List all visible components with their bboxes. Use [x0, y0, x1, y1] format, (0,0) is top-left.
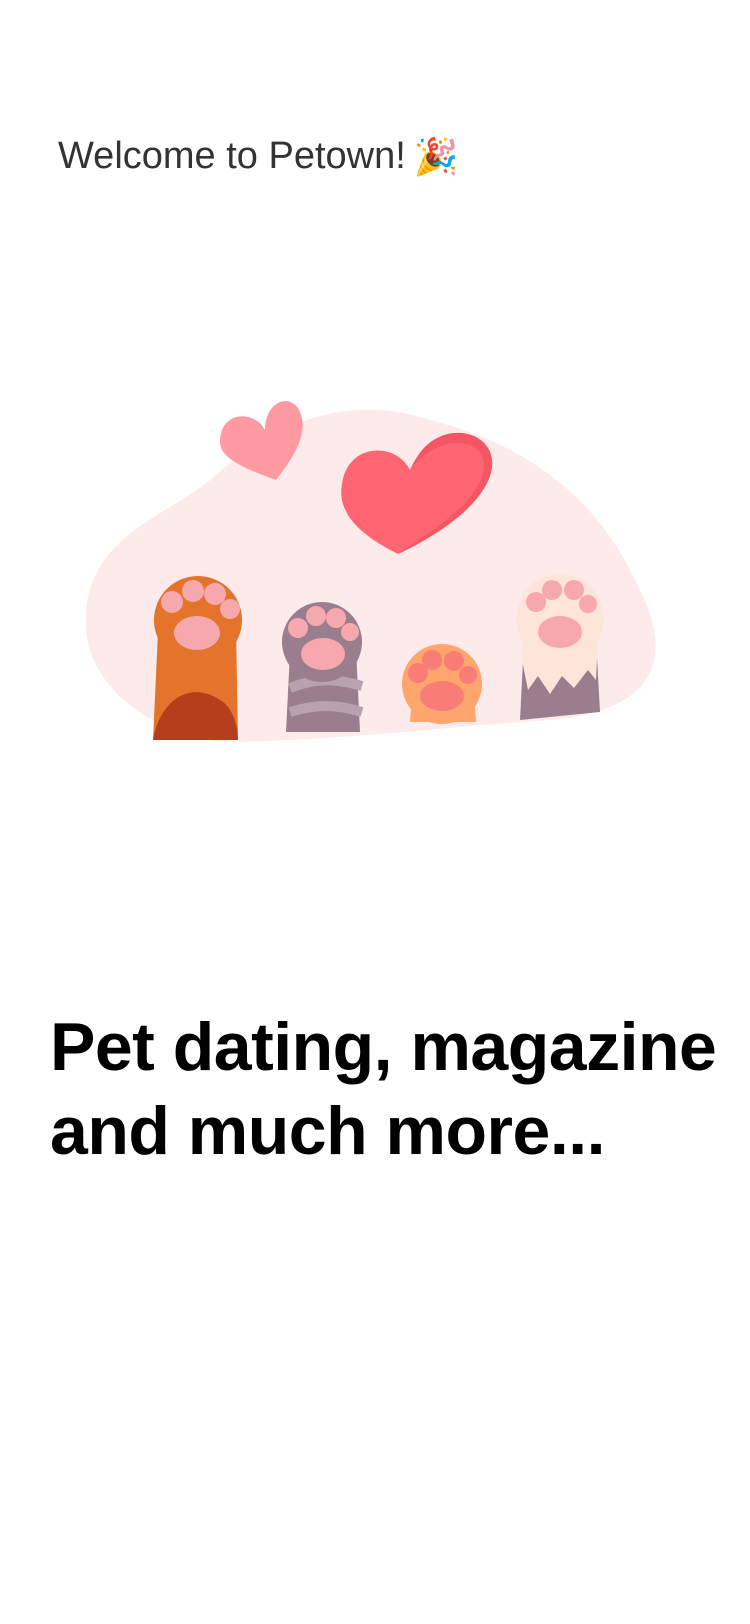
welcome-text: Welcome to Petown!: [58, 135, 406, 177]
mauve-paw-icon: [282, 602, 364, 732]
peach-paw-icon: [402, 644, 482, 724]
headline: Pet dating, magazine and much more...: [50, 1005, 720, 1173]
welcome-heading: Welcome to Petown! 🎉: [58, 134, 459, 180]
orange-paw-icon: [153, 576, 242, 740]
paws-hearts-illustration: [80, 350, 680, 770]
white-paw-icon: [516, 574, 604, 720]
headline-line2: and much more...: [50, 1093, 606, 1169]
party-popper-icon: 🎉: [413, 135, 459, 177]
headline-line1: Pet dating, magazine: [50, 1009, 717, 1085]
